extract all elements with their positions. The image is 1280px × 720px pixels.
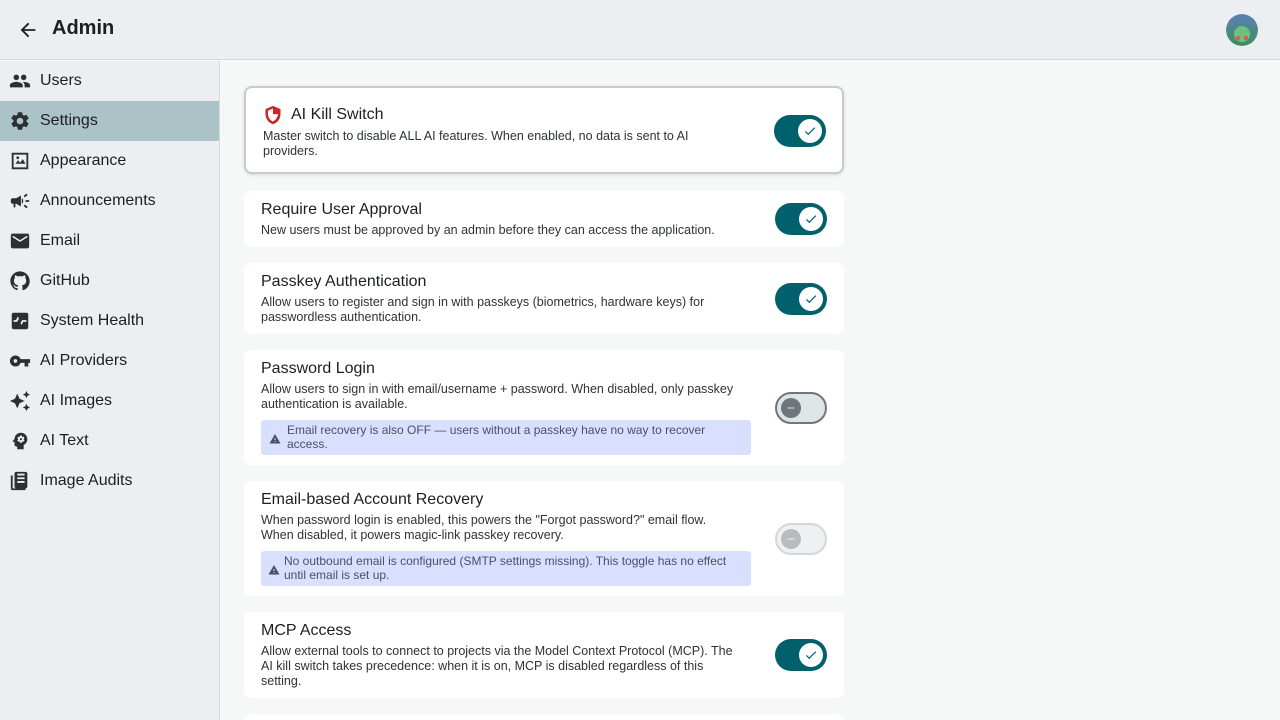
sidebar: Users Settings Appearance Announcements … (0, 61, 220, 720)
sidebar-item-settings[interactable]: Settings (0, 101, 219, 141)
setting-card-passkey-authentication: Passkey Authentication Allow users to re… (244, 263, 844, 334)
setting-title: Password Login (261, 360, 375, 377)
setting-card-require-user-approval: Require User Approval New users must be … (244, 191, 844, 247)
avatar-image-icon (1226, 14, 1258, 46)
avatar[interactable] (1226, 14, 1258, 46)
minus-icon (787, 407, 795, 409)
toggle-knob (781, 529, 801, 549)
notice-text: Email recovery is also OFF — users witho… (287, 423, 706, 451)
sparkles-icon (0, 390, 40, 412)
password-login-toggle[interactable] (775, 392, 827, 424)
setting-description: Allow users to sign in with email/userna… (261, 382, 734, 411)
sidebar-item-ai-text[interactable]: AI Text (0, 421, 219, 461)
setting-card-email-account-recovery: Email-based Account Recovery When passwo… (244, 481, 844, 596)
toggle-knob (799, 287, 823, 311)
setting-title: Passkey Authentication (261, 273, 427, 290)
top-app-bar: Admin (0, 0, 1280, 60)
check-icon (804, 127, 816, 136)
setting-title: Email-based Account Recovery (261, 491, 484, 508)
sidebar-item-ai-images[interactable]: AI Images (0, 381, 219, 421)
warning-notice: No outbound email is configured (SMTP se… (261, 551, 751, 586)
sidebar-item-users[interactable]: Users (0, 61, 219, 101)
mail-icon (0, 230, 40, 252)
sidebar-item-announcements[interactable]: Announcements (0, 181, 219, 221)
sidebar-item-label: GitHub (40, 272, 90, 289)
setting-card-mcp-access: MCP Access Allow external tools to conne… (244, 612, 844, 698)
setting-description: Allow users to register and sign in with… (261, 295, 705, 324)
check-icon (805, 295, 817, 304)
sidebar-item-label: Image Audits (40, 472, 133, 489)
document-icon (0, 470, 40, 492)
setting-description: Master switch to disable ALL AI features… (263, 129, 689, 158)
minus-icon (787, 538, 795, 540)
warning-notice: Email recovery is also OFF — users witho… (261, 420, 751, 455)
mcp-access-toggle[interactable] (775, 639, 827, 671)
sidebar-item-label: Appearance (40, 152, 127, 169)
toggle-knob (799, 643, 823, 667)
users-icon (0, 70, 40, 92)
appearance-icon (0, 150, 40, 172)
sidebar-item-ai-providers[interactable]: AI Providers (0, 341, 219, 381)
arrow-back-icon (20, 22, 36, 38)
setting-title: Require User Approval (261, 201, 422, 218)
sidebar-item-label: Email (40, 232, 81, 249)
settings-panel: AI Kill Switch Master switch to disable … (220, 61, 1280, 720)
sidebar-item-appearance[interactable]: Appearance (0, 141, 219, 181)
sidebar-item-label: System Health (40, 312, 145, 329)
github-icon (0, 270, 40, 292)
megaphone-icon (0, 190, 40, 212)
setting-description: When password login is enabled, this pow… (261, 513, 707, 542)
setting-title: MCP Access (261, 622, 352, 639)
ai-kill-switch-toggle[interactable] (774, 115, 826, 147)
sidebar-item-label: Settings (40, 112, 98, 129)
warning-icon (269, 434, 281, 444)
psychology-icon (0, 430, 40, 452)
setting-description: Allow external tools to connect to proje… (261, 644, 733, 688)
email-recovery-toggle[interactable] (775, 523, 827, 555)
passkey-authentication-toggle[interactable] (775, 283, 827, 315)
page-title: Admin (52, 17, 115, 39)
warning-icon (268, 565, 280, 575)
setting-title: AI Kill Switch (291, 106, 384, 123)
sidebar-item-email[interactable]: Email (0, 221, 219, 261)
key-icon (0, 350, 40, 372)
toggle-knob (799, 207, 823, 231)
sidebar-item-label: Users (40, 72, 82, 89)
sidebar-item-label: Announcements (40, 192, 156, 209)
gear-icon (0, 110, 40, 132)
sidebar-item-github[interactable]: GitHub (0, 261, 219, 301)
setting-card-password-login: Password Login Allow users to sign in wi… (244, 350, 844, 465)
heartbeat-icon (0, 310, 40, 332)
setting-description: New users must be approved by an admin b… (261, 223, 715, 237)
notice-text: No outbound email is configured (SMTP se… (284, 554, 727, 582)
setting-card-next (244, 714, 844, 720)
sidebar-item-label: AI Providers (40, 352, 128, 369)
setting-card-ai-kill-switch: AI Kill Switch Master switch to disable … (244, 86, 844, 174)
toggle-knob (798, 119, 822, 143)
sidebar-item-image-audits[interactable]: Image Audits (0, 461, 219, 501)
back-button[interactable] (12, 14, 44, 46)
shield-icon (265, 105, 281, 125)
sidebar-item-label: AI Images (40, 392, 113, 409)
toggle-knob (781, 398, 801, 418)
sidebar-item-label: AI Text (40, 432, 89, 449)
require-user-approval-toggle[interactable] (775, 203, 827, 235)
check-icon (805, 215, 817, 224)
sidebar-item-system-health[interactable]: System Health (0, 301, 219, 341)
check-icon (805, 651, 817, 660)
